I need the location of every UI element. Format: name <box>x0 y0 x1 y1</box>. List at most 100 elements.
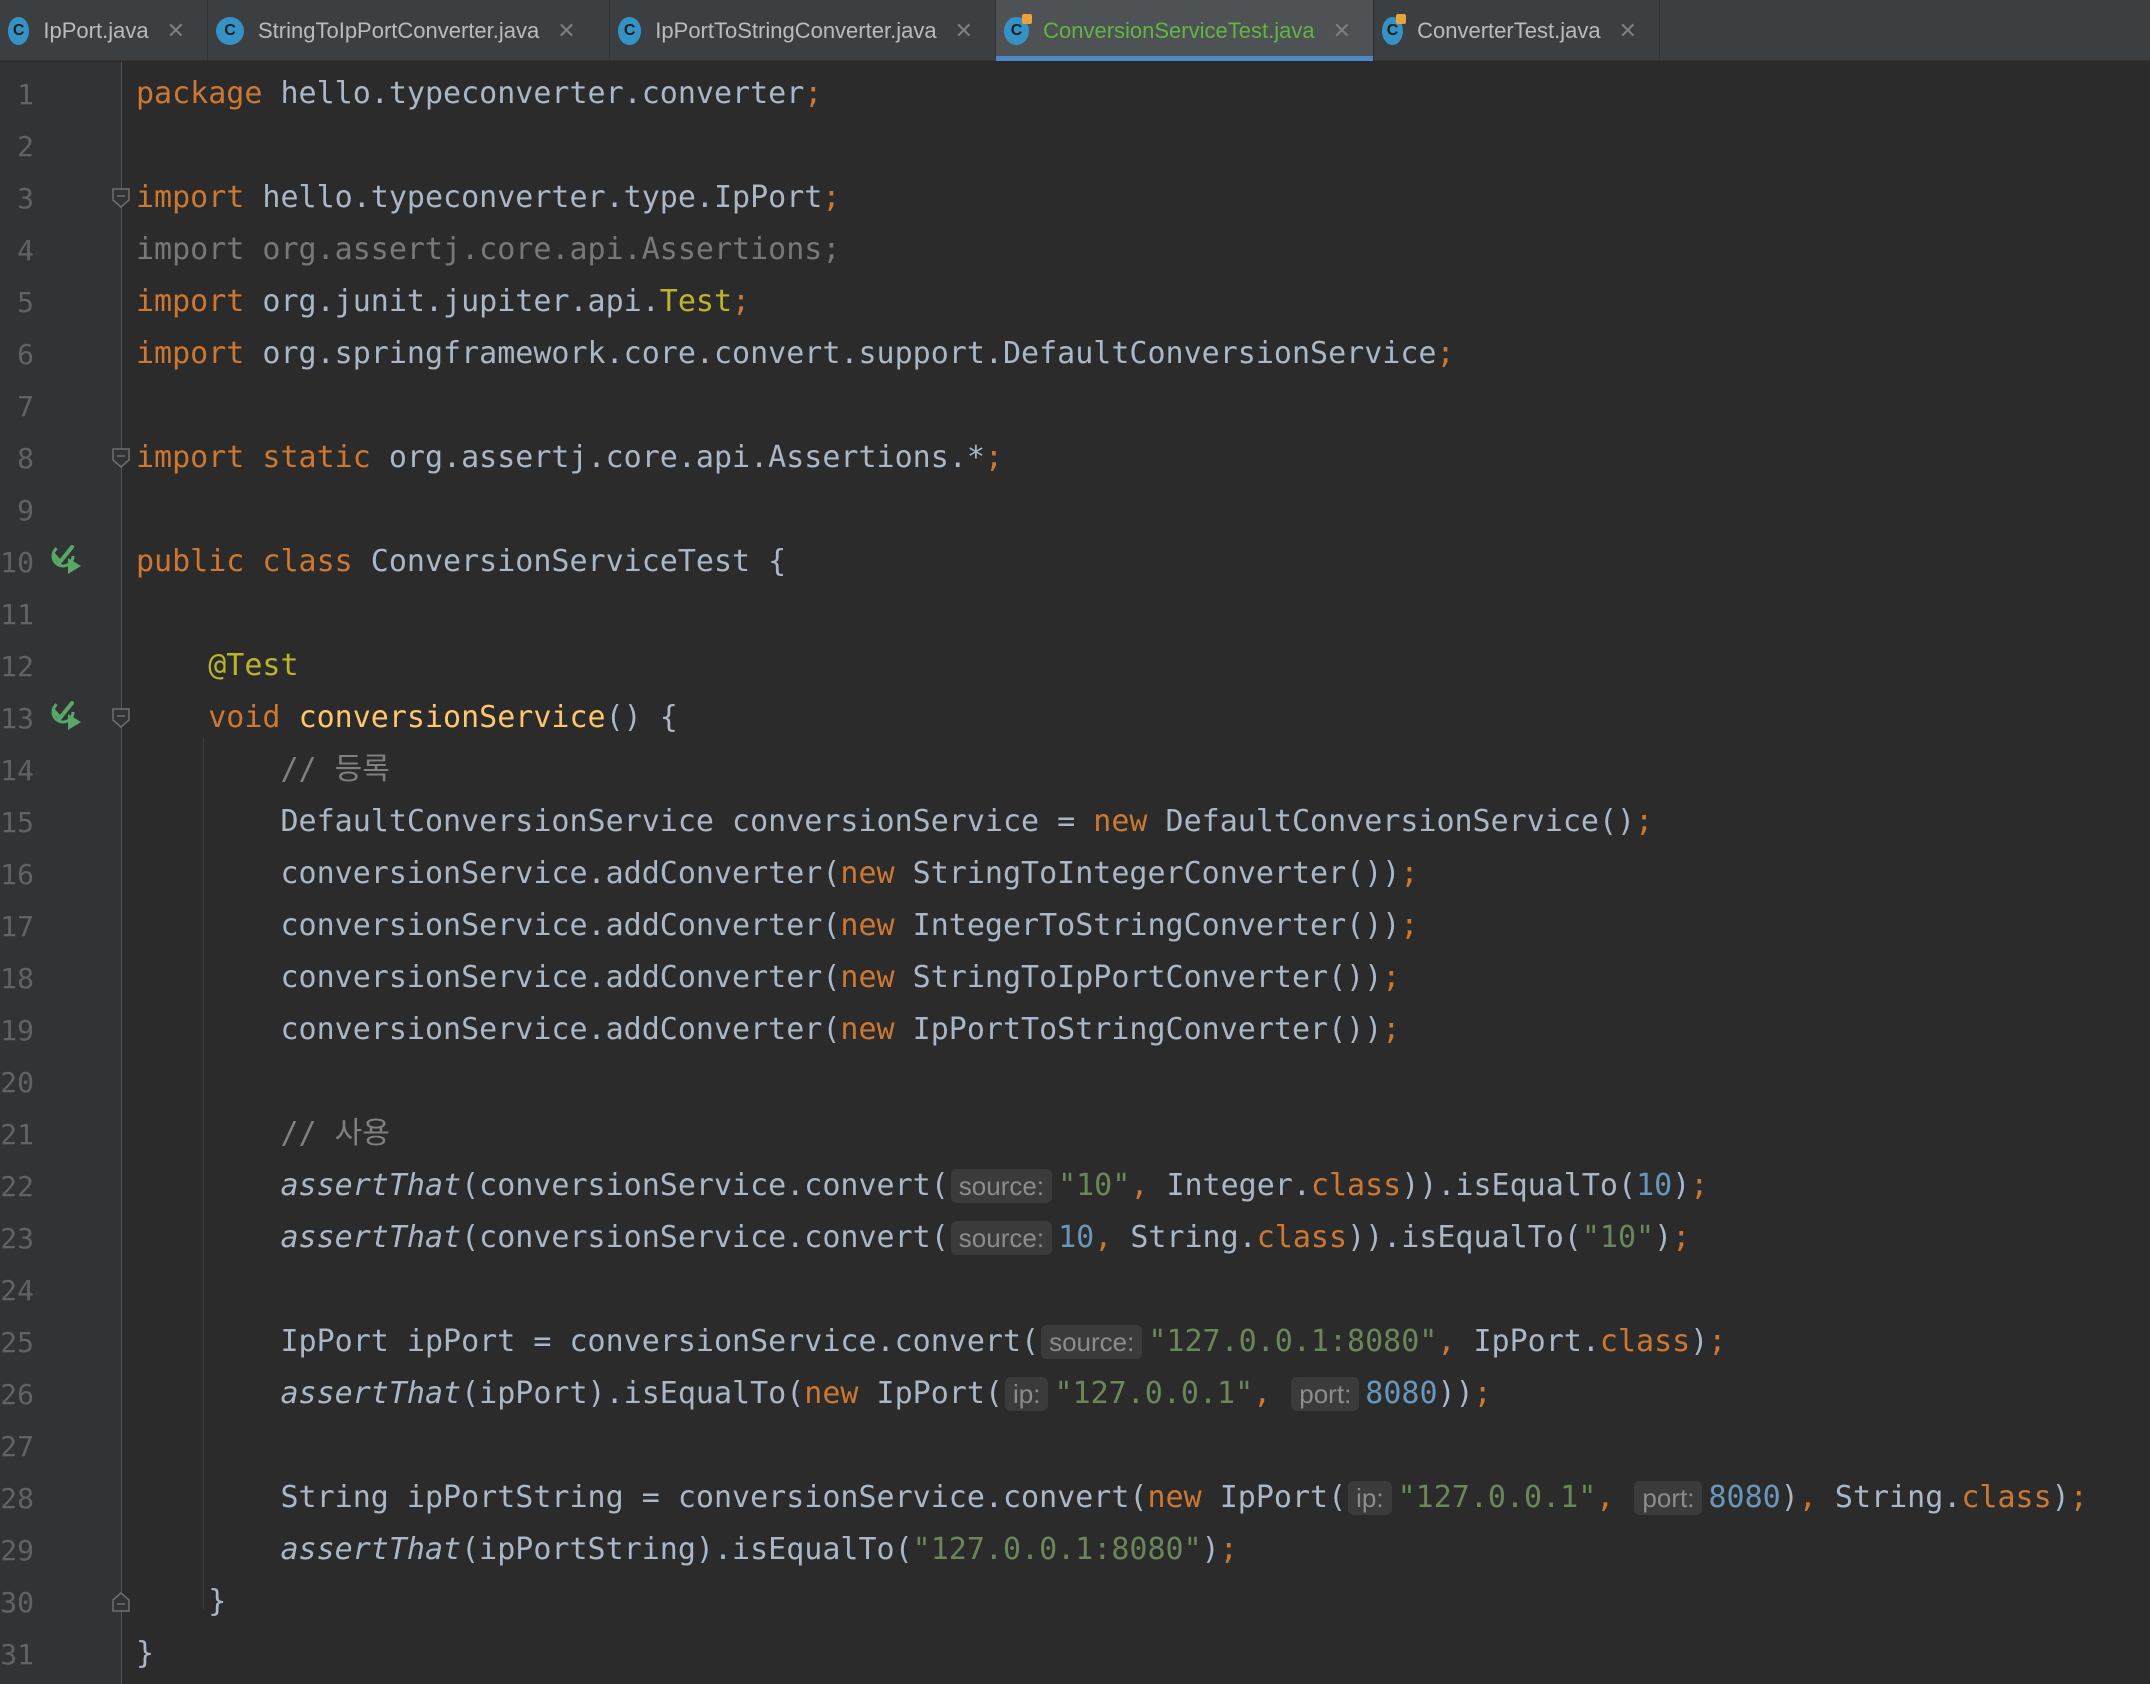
test-class-icon: C <box>1004 13 1033 45</box>
code-token: // 등록 <box>280 752 390 787</box>
code-line[interactable]: 20 <box>0 1056 2150 1108</box>
code-token: org.junit.jupiter.api. <box>244 284 660 319</box>
code-line[interactable]: 6 import org.springframework.core.convert… <box>0 328 2150 380</box>
tab-conversionservicetest[interactable]: C ConversionServiceTest.java ✕ <box>996 0 1374 61</box>
code-line[interactable]: 7 <box>0 380 2150 432</box>
line-number: 22 <box>0 1169 34 1203</box>
test-marker-icon <box>1022 13 1033 24</box>
class-icon: C <box>216 16 244 45</box>
code-token: void <box>208 700 281 735</box>
tab-label: ConverterTest.java <box>1417 17 1601 43</box>
code-token: package <box>136 76 263 111</box>
code-token: ; <box>1635 804 1654 839</box>
code-token: assertThat <box>280 1168 462 1203</box>
code-line[interactable]: 5 import org.junit.jupiter.api.Test; <box>0 276 2150 328</box>
line-number: 2 <box>17 129 34 163</box>
code-text: IpPort ipPort = conversionService.conver… <box>136 1316 1726 1368</box>
close-icon[interactable]: ✕ <box>1333 18 1351 44</box>
code-line[interactable]: 19 conversionService.addConverter(new Ip… <box>0 1004 2150 1056</box>
code-token: ; <box>804 76 823 111</box>
code-line[interactable]: 18 conversionService.addConverter(new St… <box>0 952 2150 1004</box>
close-icon[interactable]: ✕ <box>167 18 185 44</box>
code-token: class <box>1310 1168 1402 1203</box>
code-text: } <box>136 1576 226 1628</box>
code-token: 10 <box>1058 1220 1095 1255</box>
code-line[interactable]: 30 } <box>0 1576 2150 1628</box>
fold-marker-icon[interactable] <box>111 707 131 729</box>
code-line[interactable]: 17 conversionService.addConverter(new In… <box>0 900 2150 952</box>
code-token: class <box>1599 1324 1691 1359</box>
code-token: IpPort ipPort = conversionService.conver… <box>136 1324 1040 1359</box>
code-token: String. <box>1130 1220 1257 1255</box>
line-number: 21 <box>0 1117 34 1151</box>
tab-label: ConversionServiceTest.java <box>1043 17 1315 43</box>
code-token: IpPortToStringConverter()) <box>894 1012 1383 1047</box>
code-line[interactable]: 31} <box>0 1628 2150 1680</box>
code-line[interactable]: 10 public class ConversionServiceTest { <box>0 536 2150 588</box>
fold-marker-icon[interactable] <box>111 187 131 209</box>
parameter-hint: source: <box>950 1169 1053 1203</box>
code-line[interactable]: 13 void conversionService() { <box>0 692 2150 744</box>
close-icon[interactable]: ✕ <box>955 18 973 44</box>
code-line[interactable]: 29 assertThat(ipPortString).isEqualTo("1… <box>0 1524 2150 1576</box>
code-line[interactable]: 4 import org.assertj.core.api.Assertions; <box>0 224 2150 276</box>
code-line[interactable]: 27 <box>0 1420 2150 1472</box>
code-line[interactable]: 3 import hello.typeconverter.type.IpPort; <box>0 172 2150 224</box>
tab-ipport[interactable]: C IpPort.java ✕ <box>0 0 208 61</box>
run-test-icon[interactable] <box>50 698 84 732</box>
code-line[interactable]: 8 import static org.assertj.core.api.Asse… <box>0 432 2150 484</box>
code-token: ) <box>1780 1480 1799 1515</box>
test-marker-icon <box>1396 13 1407 24</box>
code-line[interactable]: 26 assertThat(ipPort).isEqualTo(new IpPo… <box>0 1368 2150 1420</box>
code-token: ) <box>2051 1480 2070 1515</box>
code-line[interactable]: 12 @Test <box>0 640 2150 692</box>
code-line[interactable]: 21 // 사용 <box>0 1108 2150 1160</box>
code-token: ; <box>1400 908 1419 943</box>
code-editor[interactable]: 1 package hello.typeconverter.converter; 2… <box>0 62 2150 1684</box>
code-token: (ipPort).isEqualTo( <box>461 1376 805 1411</box>
fold-marker-icon[interactable] <box>111 447 131 469</box>
code-line[interactable]: 2 <box>0 120 2150 172</box>
line-number: 26 <box>0 1377 34 1411</box>
code-token: StringToIntegerConverter()) <box>894 856 1401 891</box>
code-line[interactable]: 15 DefaultConversionService conversionSe… <box>0 796 2150 848</box>
code-line[interactable]: 14 // 등록 <box>0 744 2150 796</box>
code-token: IntegerToStringConverter()) <box>894 908 1401 943</box>
code-token: org.springframework.core.convert.support… <box>244 336 1437 371</box>
code-line[interactable]: 24 <box>0 1264 2150 1316</box>
code-token: new <box>840 908 895 943</box>
code-token: DefaultConversionService conversionServi… <box>136 804 1094 839</box>
code-line[interactable]: 25 IpPort ipPort = conversionService.con… <box>0 1316 2150 1368</box>
tab-ipporttostringconverter[interactable]: C IpPortToStringConverter.java ✕ <box>610 0 996 61</box>
code-token: ; <box>1219 1532 1238 1567</box>
code-line[interactable]: 22 assertThat(conversionService.convert(… <box>0 1160 2150 1212</box>
line-number: 30 <box>0 1585 34 1619</box>
code-token: , <box>1437 1324 1474 1359</box>
code-text: String ipPortString = conversionService.… <box>136 1472 2088 1524</box>
code-text: conversionService.addConverter(new IpPor… <box>136 1004 1400 1056</box>
code-text: // 사용 <box>136 1108 390 1160</box>
code-line[interactable]: 11 <box>0 588 2150 640</box>
code-line[interactable]: 1 package hello.typeconverter.converter; <box>0 68 2150 120</box>
code-line[interactable]: 16 conversionService.addConverter(new St… <box>0 848 2150 900</box>
code-text: assertThat(ipPortString).isEqualTo("127.… <box>136 1524 1238 1576</box>
code-token: hello.typeconverter.converter <box>262 76 805 111</box>
fold-marker-icon[interactable] <box>111 1591 131 1613</box>
close-icon[interactable]: ✕ <box>1619 18 1637 44</box>
run-test-icon[interactable] <box>50 542 84 576</box>
code-token: "127.0.0.1" <box>1054 1376 1254 1411</box>
code-line[interactable]: 9 <box>0 484 2150 536</box>
close-icon[interactable]: ✕ <box>557 18 575 44</box>
code-text: assertThat(ipPort).isEqualTo(new IpPort(… <box>136 1368 1492 1420</box>
code-token: import <box>136 180 245 215</box>
code-token: )).isEqualTo( <box>1401 1168 1637 1203</box>
line-number: 19 <box>0 1013 34 1047</box>
tab-convertertest[interactable]: C ConverterTest.java ✕ <box>1374 0 1660 61</box>
code-line[interactable]: 28 String ipPortString = conversionServi… <box>0 1472 2150 1524</box>
code-token: @Test <box>208 648 299 683</box>
tab-stringtoipportconverter[interactable]: C StringToIpPortConverter.java ✕ <box>208 0 610 61</box>
line-number: 6 <box>17 337 34 371</box>
line-number: 27 <box>0 1429 34 1463</box>
code-line[interactable]: 23 assertThat(conversionService.convert(… <box>0 1212 2150 1264</box>
